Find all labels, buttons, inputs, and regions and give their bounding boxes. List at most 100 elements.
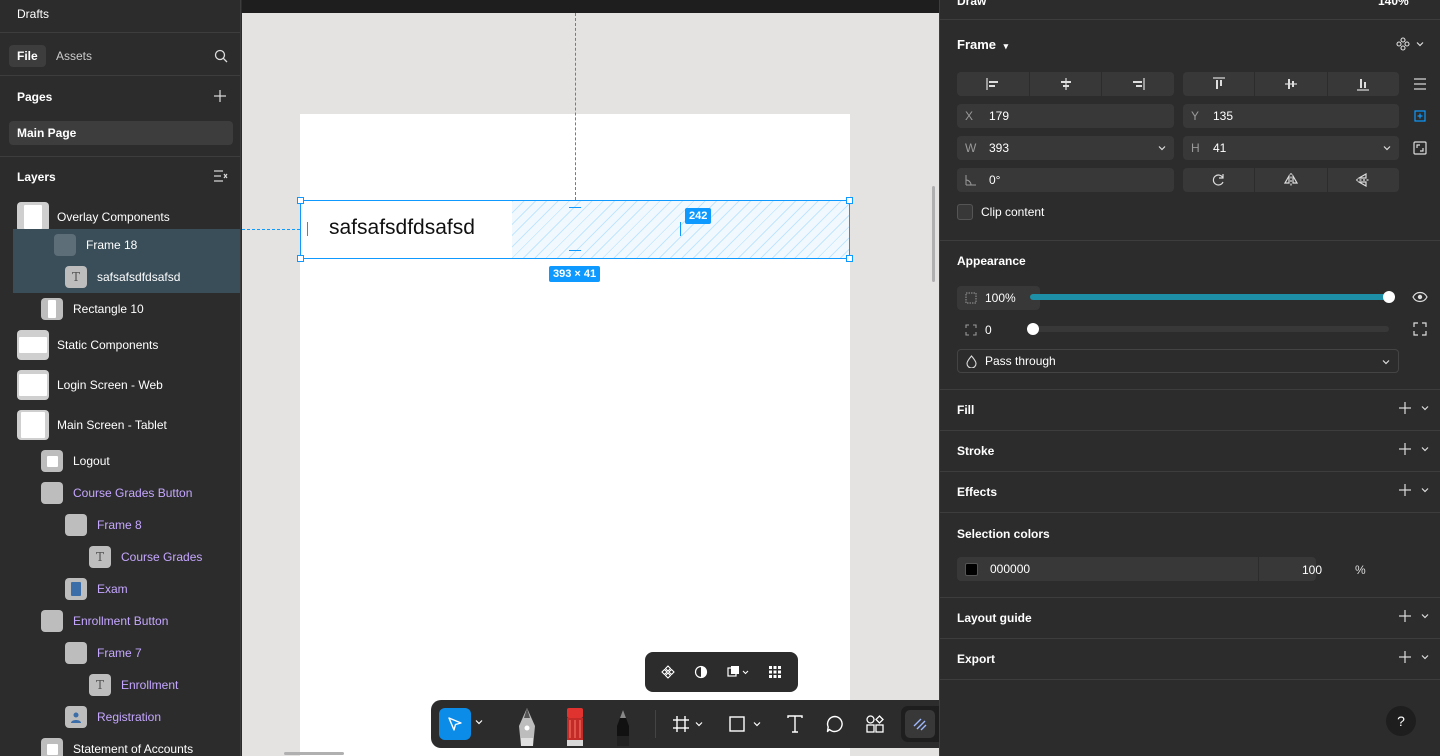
clip-content-checkbox[interactable] xyxy=(957,204,973,220)
search-icon[interactable] xyxy=(214,49,228,63)
chevron-down-icon[interactable] xyxy=(753,720,761,728)
add-stroke-icon[interactable] xyxy=(1399,443,1411,455)
x-position-field[interactable]: X 179 xyxy=(957,104,1174,128)
grid-layout-icon[interactable] xyxy=(768,665,782,679)
layer-course-grades[interactable]: T Course Grades xyxy=(0,541,240,573)
color-swatch[interactable] xyxy=(965,562,978,576)
layer-registration[interactable]: Registration xyxy=(0,701,240,733)
boolean-icon[interactable] xyxy=(727,665,749,679)
layer-login-screen-web[interactable]: Login Screen - Web xyxy=(0,369,240,401)
divider xyxy=(0,75,240,76)
rotation-field[interactable]: 0° xyxy=(957,168,1174,192)
layer-frame-8[interactable]: Frame 8 xyxy=(0,509,240,541)
pen-tool-button[interactable] xyxy=(513,706,541,748)
component-icon[interactable] xyxy=(660,665,675,679)
opacity-slider-handle[interactable] xyxy=(1383,291,1395,303)
draw-tab[interactable]: Draw xyxy=(957,0,986,8)
corner-radius-slider-track[interactable] xyxy=(1030,326,1389,332)
comment-tool-icon[interactable] xyxy=(826,715,844,733)
flip-horizontal-icon[interactable] xyxy=(1255,168,1328,192)
corner-radius-slider-handle[interactable] xyxy=(1027,323,1039,335)
resize-to-fit-icon[interactable] xyxy=(1413,141,1427,155)
width-field[interactable]: W 393 xyxy=(957,136,1174,160)
vertical-scrollbar[interactable] xyxy=(932,186,935,282)
y-position-field[interactable]: Y 135 xyxy=(1183,104,1399,128)
layer-safsafsdfdsafsd[interactable]: T safsafsdfdsafsd xyxy=(13,261,240,293)
actions-tool-icon[interactable] xyxy=(866,715,884,733)
chevron-down-icon[interactable] xyxy=(1421,486,1429,494)
independent-corners-icon[interactable] xyxy=(1413,322,1427,336)
align-left-icon[interactable] xyxy=(957,72,1030,96)
layer-rectangle-10[interactable]: Rectangle 10 xyxy=(0,293,240,325)
layer-main-screen-tablet[interactable]: Main Screen - Tablet xyxy=(0,409,240,441)
add-layout-guide-icon[interactable] xyxy=(1399,610,1411,622)
layer-statement-of-accounts[interactable]: Statement of Accounts xyxy=(0,733,240,756)
layer-enrollment[interactable]: T Enrollment xyxy=(0,669,240,701)
selection-color-field[interactable]: 000000 xyxy=(957,557,1318,581)
resize-handle-bl[interactable] xyxy=(297,255,304,262)
frame-type-dropdown[interactable]: Frame ▾ xyxy=(957,37,1008,52)
layer-frame-7[interactable]: Frame 7 xyxy=(0,637,240,669)
add-export-icon[interactable] xyxy=(1399,651,1411,663)
chevron-down-icon[interactable] xyxy=(1421,445,1429,453)
tab-file[interactable]: File xyxy=(9,45,46,67)
layer-course-grades-button[interactable]: Course Grades Button xyxy=(0,477,240,509)
layer-exam[interactable]: Exam xyxy=(0,573,240,605)
chevron-down-icon[interactable] xyxy=(1421,404,1429,412)
move-tool-button[interactable] xyxy=(439,708,471,740)
angle-icon xyxy=(965,175,976,186)
horizontal-scrollbar[interactable] xyxy=(284,752,344,755)
chevron-down-icon[interactable] xyxy=(475,718,483,726)
text-tool-icon[interactable] xyxy=(787,715,803,733)
chevron-down-icon[interactable] xyxy=(1421,612,1429,620)
layer-static-components[interactable]: Static Components xyxy=(0,329,240,361)
add-effect-icon[interactable] xyxy=(1399,484,1411,496)
chevron-down-icon[interactable] xyxy=(1383,144,1391,152)
fill-section: Fill xyxy=(940,389,1440,430)
tab-assets[interactable]: Assets xyxy=(56,49,92,63)
layer-logout[interactable]: Logout xyxy=(0,445,240,477)
zoom-level[interactable]: 140% xyxy=(1378,0,1409,8)
constraints-icon[interactable] xyxy=(1412,108,1428,124)
vertical-align-group xyxy=(1183,72,1399,96)
mask-icon[interactable] xyxy=(694,665,708,679)
resize-handle-br[interactable] xyxy=(846,255,853,262)
page-item-main[interactable]: Main Page xyxy=(9,121,233,145)
collapse-layers-icon[interactable] xyxy=(214,170,228,182)
marker-tool-button[interactable] xyxy=(561,706,589,748)
pencil-tool-button[interactable] xyxy=(609,706,637,748)
selection-action-bar xyxy=(645,652,798,692)
flip-vertical-icon[interactable] xyxy=(1328,168,1399,192)
color-opacity-value[interactable]: 100 xyxy=(1302,563,1322,577)
add-fill-icon[interactable] xyxy=(1399,402,1411,414)
chevron-down-icon[interactable] xyxy=(1421,653,1429,661)
chevron-down-icon[interactable] xyxy=(1158,144,1166,152)
percent-sign: % xyxy=(1355,563,1366,577)
layer-frame-18[interactable]: Frame 18 xyxy=(13,229,240,261)
resize-handle-tr[interactable] xyxy=(846,197,853,204)
frame-text[interactable]: safsafsdfdsafsd xyxy=(329,216,475,240)
eye-icon[interactable] xyxy=(1412,291,1428,303)
distribute-icon[interactable] xyxy=(1413,77,1427,91)
align-right-icon[interactable] xyxy=(1102,72,1174,96)
opacity-slider-track[interactable] xyxy=(1030,294,1389,300)
align-center-h-icon[interactable] xyxy=(1030,72,1103,96)
align-middle-v-icon[interactable] xyxy=(1255,72,1328,96)
add-page-icon[interactable] xyxy=(214,90,226,102)
align-bottom-icon[interactable] xyxy=(1328,72,1399,96)
rotate-icon[interactable] xyxy=(1183,168,1256,192)
drafts-label[interactable]: Drafts xyxy=(17,7,49,21)
help-button[interactable]: ? xyxy=(1386,706,1416,736)
height-field[interactable]: H 41 xyxy=(1183,136,1399,160)
frame-tool-icon[interactable] xyxy=(672,715,690,733)
design-mode-icon[interactable] xyxy=(905,710,935,738)
chevron-down-icon[interactable] xyxy=(695,720,703,728)
component-options[interactable] xyxy=(1396,37,1424,51)
align-top-icon[interactable] xyxy=(1183,72,1256,96)
layer-enrollment-button[interactable]: Enrollment Button xyxy=(0,605,240,637)
opacity-field[interactable]: 100% xyxy=(957,286,1040,310)
blend-mode-select[interactable]: Pass through xyxy=(957,349,1399,373)
rectangle-tool-icon[interactable] xyxy=(729,716,745,732)
design-canvas[interactable]: safsafsdfdsafsd 242 393 × 41 xyxy=(242,0,939,756)
resize-handle-tl[interactable] xyxy=(297,197,304,204)
